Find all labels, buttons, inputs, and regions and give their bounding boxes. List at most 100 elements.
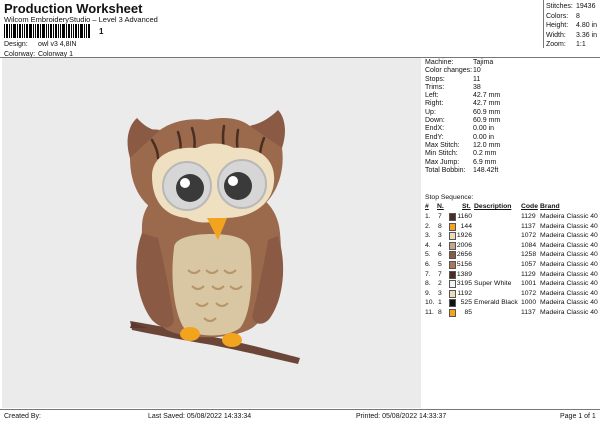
cell-brand: Madeira Classic 40 — [540, 280, 598, 288]
barcode-bar — [17, 24, 18, 38]
color-swatch — [449, 280, 456, 289]
machine-info-row: Min Stitch: 0.2 mm — [425, 150, 598, 158]
barcode-bar — [50, 24, 52, 38]
cell-code: 1000 — [521, 299, 537, 307]
color-swatch — [449, 270, 456, 279]
color-swatch — [449, 308, 456, 317]
cell-code: 1129 — [521, 213, 536, 220]
color-swatch — [449, 289, 456, 298]
machine-info-row: Machine: Tajima — [425, 59, 598, 67]
col-st: St. — [462, 203, 471, 210]
table-row: 5. 6 2656 1258 Madeira Classic 40 — [425, 250, 598, 260]
cell-brand: Madeira Classic 40 — [540, 260, 598, 268]
info-label: EndX: — [425, 125, 445, 133]
barcode-bar — [86, 24, 87, 38]
barcode-bar — [26, 24, 28, 38]
barcode-bar — [24, 24, 25, 38]
cell-n: 8 — [438, 308, 442, 316]
info-label: Total Bobbin: — [425, 166, 466, 174]
info-label: Stops: — [425, 75, 445, 83]
barcode-bar — [55, 24, 57, 38]
page-title: Production Worksheet — [4, 1, 143, 16]
barcode-bar — [71, 24, 72, 38]
info-value: 38 — [473, 83, 481, 91]
cell-num: 5. — [425, 251, 431, 259]
table-row: 10. 1 525 Emerald Black 1000 Madeira Classic … — [425, 298, 598, 308]
machine-info-row: Stops: 11 — [425, 76, 598, 84]
info-value: 60.9 mm — [473, 108, 501, 116]
barcode-bar — [60, 24, 61, 38]
table-row: 7. 7 1389 1129 Madeira Classic 40 — [425, 270, 598, 280]
barcode-bar — [68, 24, 70, 38]
table-row: 8. 2 3195 Super White 1001 Madeira Classic 40 — [425, 279, 598, 289]
table-header: # N. St. Description Code Brand — [425, 203, 598, 212]
machine-info-row: EndX: 0.00 in — [425, 125, 598, 133]
owl-embroidery-image — [127, 110, 300, 364]
machine-info-row: Down: 60.9 mm — [425, 117, 598, 125]
cell-n: 7 — [438, 270, 442, 278]
barcode-bar — [42, 24, 45, 38]
cell-code: 1137 — [521, 308, 536, 316]
cell-st: 1192 — [457, 289, 472, 297]
cell-st: 5156 — [456, 260, 472, 268]
barcode-bar — [4, 24, 5, 38]
cell-code: 1258 — [521, 251, 537, 259]
cell-st: 2006 — [456, 241, 472, 249]
cell-brand: Madeira Classic 40 — [540, 251, 598, 259]
stat-zoom: Zoom: 1:1 — [546, 41, 586, 48]
cell-n: 2 — [438, 280, 442, 288]
barcode-bar — [29, 24, 32, 38]
design-label: Design: — [4, 41, 28, 48]
barcode-bar — [35, 24, 36, 38]
info-label: Max Jump: — [425, 158, 460, 166]
table-row: 6. 5 5156 1057 Madeira Classic 40 — [425, 260, 598, 270]
cell-brand: Madeira Classic 40 — [540, 213, 598, 220]
info-value: 148.42ft — [473, 166, 499, 174]
cell-code: 1137 — [521, 222, 536, 230]
info-value: 42.7 mm — [473, 100, 501, 108]
table-row: 4. 4 2006 1084 Madeira Classic 40 — [425, 241, 598, 251]
table-row: 9. 3 1192 1072 Madeira Classic 40 — [425, 289, 598, 299]
table-row: 3. 3 1926 1072 Madeira Classic 40 — [425, 231, 598, 241]
info-label: EndY: — [425, 133, 444, 141]
cell-num: 7. — [425, 270, 431, 278]
cell-st: 1389 — [456, 270, 472, 278]
col-n: N. — [437, 203, 444, 210]
stat-height: Height: 4.80 in — [546, 22, 598, 29]
stat-colors: Colors: 8 — [546, 12, 580, 20]
cell-num: 11. — [425, 308, 434, 316]
info-label: Up: — [425, 108, 436, 116]
created-by: Created By: — [4, 413, 41, 420]
cell-num: 4. — [425, 241, 431, 249]
machine-info-row: Up: 60.9 mm — [425, 109, 598, 117]
design-value: owl v3 4,8IN — [38, 41, 77, 48]
cell-n: 8 — [438, 222, 442, 230]
barcode — [4, 24, 98, 38]
cell-num: 3. — [425, 232, 431, 240]
info-label: Machine: — [425, 59, 454, 66]
machine-info-row: Right: 42.7 mm — [425, 100, 598, 108]
cell-num: 8. — [425, 280, 431, 288]
cell-n: 6 — [438, 251, 442, 259]
info-label: Trims: — [425, 83, 445, 91]
info-value: 11 — [473, 75, 481, 83]
last-saved: Last Saved: 05/08/2022 14:33:34 — [148, 413, 252, 420]
barcode-text: 1 — [99, 27, 104, 36]
info-value: 0.2 mm — [473, 150, 497, 158]
col-num: # — [425, 203, 429, 210]
barcode-bar — [62, 24, 65, 38]
cell-brand: Madeira Classic 40 — [540, 241, 598, 249]
barcode-bar — [11, 24, 12, 38]
info-value: 6.9 mm — [473, 158, 497, 166]
info-value: 60.9 mm — [473, 117, 501, 125]
barcode-bar — [78, 24, 79, 38]
barcode-bar — [80, 24, 83, 38]
barcode-bar — [73, 24, 74, 38]
machine-info-row: Left: 42.7 mm — [425, 92, 598, 100]
cell-brand: Madeira Classic 40 — [540, 289, 598, 297]
cell-code: 1001 — [521, 280, 537, 288]
cell-n: 4 — [438, 241, 442, 249]
software-subtitle: Wilcom EmbroideryStudio – Level 3 Advanc… — [4, 15, 158, 24]
page-number: Page 1 of 1 — [560, 413, 596, 420]
footer: Created By: Last Saved: 05/08/2022 14:33… — [0, 409, 600, 424]
